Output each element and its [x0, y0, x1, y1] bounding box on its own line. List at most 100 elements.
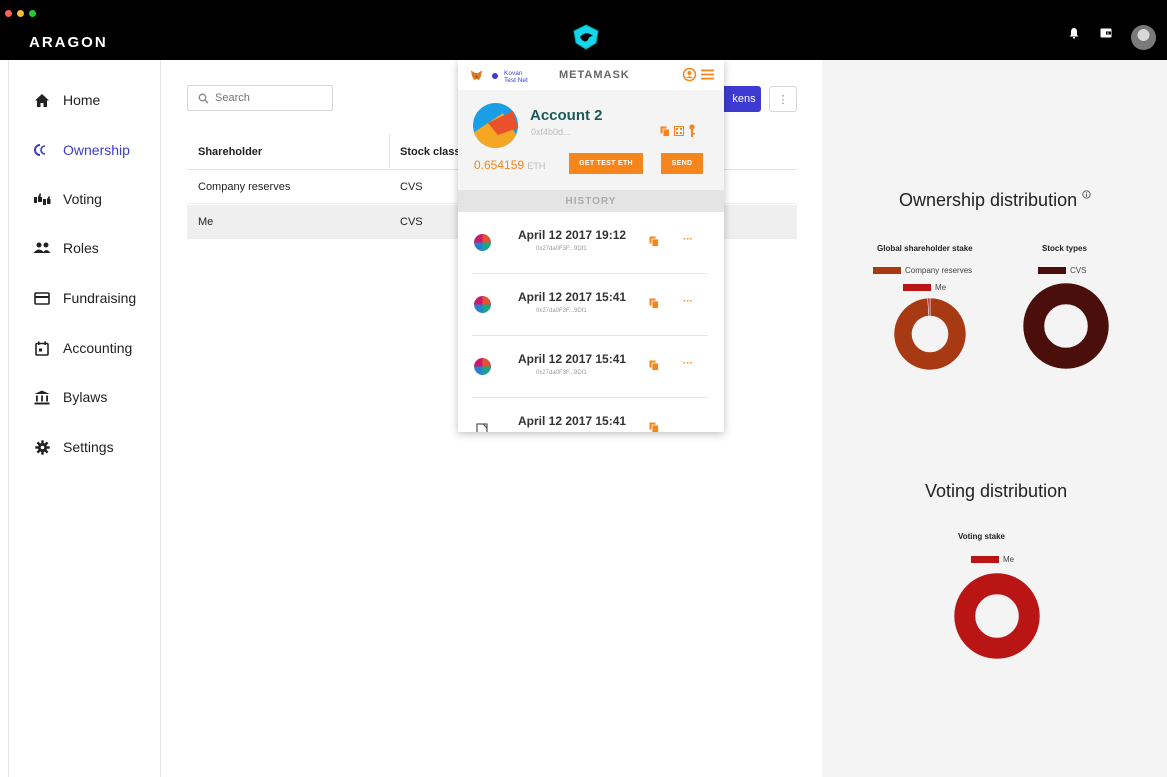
more-options-button[interactable]: ⋮	[769, 86, 797, 112]
metamask-header: Kovan Test Net METAMASK	[458, 60, 724, 90]
search-input[interactable]	[215, 92, 325, 104]
column-header-shareholder[interactable]: Shareholder	[198, 146, 262, 158]
bylaws-icon	[33, 388, 51, 406]
more-icon[interactable]: ···	[683, 296, 693, 307]
transaction-identicon	[474, 358, 491, 375]
column-divider	[389, 134, 390, 168]
network-selector[interactable]: Kovan Test Net	[504, 70, 528, 84]
transaction-date: April 12 2017 15:41	[518, 290, 627, 304]
chart-title: Voting stake	[958, 532, 1005, 541]
copy-icon[interactable]	[649, 360, 659, 371]
contract-icon	[476, 423, 488, 432]
transaction-identicon	[474, 296, 491, 313]
network-status-dot	[492, 73, 498, 79]
transaction-item[interactable]: April 12 2017 19:12 0x27da0F3F...9Df1 ··…	[458, 212, 724, 274]
accounting-icon	[33, 339, 51, 357]
sidebar-item-label: Roles	[63, 240, 99, 256]
sidebar-item-label: Fundraising	[63, 290, 137, 306]
minimize-window-button[interactable]	[17, 10, 24, 17]
distribution-panel: Ownership distribution Global shareholde…	[822, 60, 1167, 777]
qr-code-icon[interactable]	[674, 126, 684, 136]
sidebar-item-roles[interactable]: Roles	[9, 233, 161, 263]
home-icon	[33, 91, 51, 109]
app-window: ARAGON Home Ownership Voting Roles Fundr…	[0, 0, 1167, 777]
copy-icon[interactable]	[649, 298, 659, 309]
transaction-item[interactable]: April 12 2017 15:41 0x27da0F3F...9Df1 ··…	[458, 274, 724, 336]
account-identicon	[473, 103, 518, 148]
legend-swatch	[971, 556, 999, 563]
donut-slice-me	[954, 573, 1040, 659]
ownership-icon	[33, 141, 51, 159]
cell-stock-class: CVS	[400, 181, 423, 193]
legend-item: Company reserves	[873, 266, 972, 275]
legend-swatch	[1038, 267, 1066, 274]
info-icon[interactable]	[1082, 190, 1091, 199]
top-bar: ARAGON	[0, 0, 1167, 60]
copy-icon[interactable]	[660, 126, 670, 137]
copy-icon[interactable]	[649, 236, 659, 247]
roles-icon	[33, 239, 51, 257]
cell-shareholder: Company reserves	[198, 181, 291, 193]
transaction-item[interactable]: April 12 2017 15:41	[458, 398, 724, 432]
fundraising-icon	[33, 289, 51, 307]
sidebar-item-fundraising[interactable]: Fundraising	[9, 283, 161, 313]
get-test-eth-button[interactable]: GET TEST ETH	[569, 153, 643, 174]
aragon-logo-icon	[573, 24, 599, 50]
legend-item: CVS	[1038, 266, 1086, 275]
send-button[interactable]: SEND	[661, 153, 703, 174]
search-box[interactable]	[187, 85, 333, 111]
bell-icon[interactable]	[1068, 27, 1080, 39]
donut-slice-cvs	[1023, 283, 1109, 369]
transaction-identicon	[474, 234, 491, 251]
voting-icon	[33, 190, 51, 208]
account-balance: 0.654159 ETH	[474, 158, 546, 172]
chart-title: Stock types	[1042, 244, 1087, 253]
transaction-hash: 0x27da0F3F...9Df1	[536, 308, 587, 314]
sidebar-item-label: Settings	[63, 439, 114, 455]
metamask-fox-icon	[471, 70, 482, 80]
sidebar-item-label: Bylaws	[63, 389, 108, 405]
history-header: HISTORY	[458, 190, 724, 212]
sidebar-item-label: Voting	[63, 191, 102, 207]
legend-item: Me	[903, 283, 946, 292]
transaction-date: April 12 2017 19:12	[518, 228, 627, 242]
sidebar: Home Ownership Voting Roles Fundraising	[8, 60, 161, 777]
sidebar-item-voting[interactable]: Voting	[9, 184, 161, 214]
sidebar-item-accounting[interactable]: Accounting	[9, 333, 161, 363]
brand-logo: ARAGON	[29, 34, 108, 51]
global-stake-donut-chart	[894, 298, 966, 370]
transaction-hash: 0x27da0F3F...9Df1	[536, 370, 587, 376]
cell-stock-class: CVS	[400, 216, 423, 228]
metamask-popup: Kovan Test Net METAMASK Account 2 0xf4b0…	[458, 60, 724, 432]
key-icon[interactable]	[688, 124, 696, 138]
legend-swatch	[873, 267, 901, 274]
account-switch-icon[interactable]	[682, 67, 697, 82]
account-address: 0xf4b0d...	[531, 127, 571, 137]
chart-title: Global shareholder stake	[877, 244, 973, 253]
transaction-date: April 12 2017 15:41	[518, 414, 627, 428]
transaction-date: April 12 2017 15:41	[518, 352, 627, 366]
search-icon	[198, 93, 209, 103]
sidebar-item-settings[interactable]: Settings	[9, 432, 161, 462]
more-icon[interactable]: ···	[683, 358, 693, 369]
wallet-icon[interactable]	[1100, 27, 1112, 39]
avatar[interactable]	[1131, 25, 1156, 50]
account-name[interactable]: Account 2	[530, 107, 603, 124]
sidebar-item-label: Ownership	[63, 142, 130, 158]
ownership-distribution-title: Ownership distribution	[899, 190, 1091, 211]
sidebar-item-home[interactable]: Home	[9, 85, 161, 115]
column-header-stock-class[interactable]: Stock class	[400, 146, 461, 158]
transaction-hash: 0x27da0F3F...9Df1	[536, 246, 587, 252]
maximize-window-button[interactable]	[29, 10, 36, 17]
transaction-item[interactable]: April 12 2017 15:41 0x27da0F3F...9Df1 ··…	[458, 336, 724, 398]
sidebar-item-ownership[interactable]: Ownership	[9, 135, 161, 165]
stock-types-donut-chart	[1023, 283, 1109, 369]
close-window-button[interactable]	[5, 10, 12, 17]
sidebar-item-label: Home	[63, 92, 101, 108]
menu-icon[interactable]	[701, 69, 714, 80]
metamask-title: METAMASK	[559, 69, 630, 81]
copy-icon[interactable]	[649, 422, 659, 432]
more-icon[interactable]: ···	[683, 234, 693, 245]
voting-stake-donut-chart	[954, 573, 1040, 659]
sidebar-item-bylaws[interactable]: Bylaws	[9, 382, 161, 412]
